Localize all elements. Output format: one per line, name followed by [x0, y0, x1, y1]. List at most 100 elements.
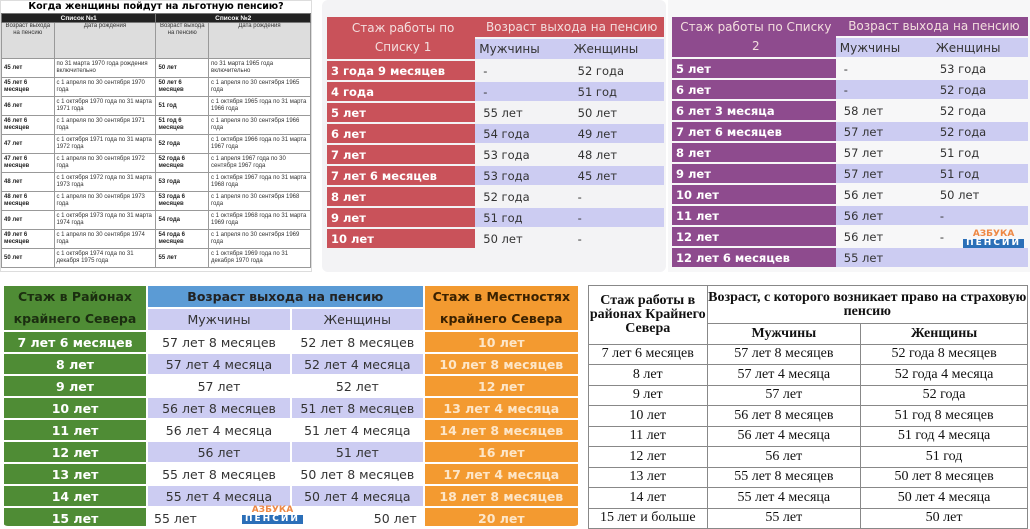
stage-cell: 10 лет: [672, 185, 836, 204]
age-cell-list-1: 48 лет: [1, 172, 55, 192]
stage-cell: 8 лет: [327, 187, 476, 206]
birth-date-cell-list-2: с 1 октября 1968 года по 31 марта 1969 г…: [208, 210, 311, 230]
table-title: Когда женщины пойдут на льготную пенсию?: [28, 1, 284, 12]
table-row: 8 лет 52 года -: [327, 187, 664, 206]
women-age-cell: 51 лет: [292, 442, 423, 462]
stage-cell: 5 лет: [327, 103, 476, 122]
men-age-cell: 57 лет: [843, 145, 884, 160]
men-age-cell: 56 лет 4 месяца: [706, 425, 862, 447]
header-stage: Стаж работы по Списку 1: [327, 17, 476, 59]
table-row: 13 лет 55 лет 8 месяцев 50 лет 8 месяцев 17…: [4, 464, 578, 484]
table-row: 49 лет с 1 октября 1973 года по 31 марта …: [1, 210, 311, 230]
age-cell-list-1: 45 лет: [1, 58, 55, 78]
stage-cell: 11 лет: [588, 425, 708, 447]
women-age-cell: 52 года: [931, 122, 1028, 141]
stage-cell: 6 лет: [672, 80, 836, 99]
women-age-cell: 51 год: [569, 82, 664, 101]
birth-date-cell-list-2: с 1 апреля по 30 сентября 1968 года: [208, 191, 311, 211]
men-age-cell: 51 год: [475, 208, 570, 227]
men-age-cell: 56 лет 8 месяцев: [706, 405, 862, 427]
equivalent-stage-cell: 10 лет: [424, 332, 578, 352]
table-row: 10 лет 56 лет 8 месяцев 51 год 8 месяцев: [588, 405, 1028, 427]
men-age-cell: -: [843, 61, 848, 76]
table-row: 15 лет и больше 55 лет 50 лет: [588, 507, 1028, 529]
men-age-cell: 57 лет 4 месяца: [148, 354, 290, 374]
far-north-stage-cell: 15 лет: [4, 508, 146, 526]
age-cell-list-1: 50 лет: [1, 248, 55, 268]
equivalent-stage-cell: 16 лет: [424, 442, 578, 462]
table-row: 11 лет 56 лет 4 месяца 51 лет 4 месяца 14 л…: [4, 420, 578, 440]
far-north-stage-cell: 7 лет 6 месяцев: [4, 332, 146, 352]
women-age-cell: 50 лет 4 месяца: [292, 486, 423, 506]
men-age-cell: 58 лет: [843, 103, 884, 118]
table-row: 7 лет 6 месяцев 57 лет 8 месяцев 52 года 8…: [588, 343, 1028, 365]
stage-cell: 8 лет: [588, 364, 708, 386]
table-row: 6 лет -52 года: [672, 80, 1028, 99]
header-women: Женщины: [931, 38, 1028, 57]
age-cell-list-1: 47 лет 6 месяцев: [1, 153, 55, 173]
table-row: 7 лет 53 года 48 лет: [327, 145, 664, 164]
birth-date-cell-list-1: с 1 апреля по 30 сентября 1971 года: [53, 115, 157, 135]
men-age-cell: 56 лет: [706, 446, 862, 468]
logo-bottom-text: ПЕНСИИ: [963, 239, 1024, 248]
table-row: 6 лет 3 месяца 58 лет 52 года: [672, 101, 1028, 120]
stage-cell: 15 лет и больше: [588, 507, 708, 529]
age-cell-list-2: 50 лет 6 месяцев: [155, 77, 209, 97]
women-preferential-pension-table: Когда женщины пойдут на льготную пенсию?…: [0, 0, 312, 272]
header-women: Женщины: [292, 309, 423, 330]
birth-date-cell-list-1: с 1 апреля по 30 сентября 1974 года: [53, 229, 157, 249]
table-row: 10 лет 56 лет 50 лет: [672, 185, 1028, 204]
stage-cell: 7 лет 6 месяцев: [327, 166, 476, 185]
men-age-cell: -: [483, 63, 488, 78]
stage-cell: 10 лет: [327, 229, 476, 248]
equivalent-stage-cell: 20 лет: [424, 508, 578, 526]
header-birth-date: Дата рождения: [53, 22, 157, 59]
stage-cell: 7 лет 6 месяцев: [672, 122, 836, 141]
header-age: Возраст выхода на пенсию: [148, 286, 423, 307]
age-cell-list-1: 48 лет 6 месяцев: [1, 191, 55, 211]
women-age-cell: 52 лет: [335, 378, 379, 394]
women-age-cell: 52 лет 8 месяцев: [300, 334, 415, 350]
azbuka-pensii-logo: АЗБУКА ПЕНСИИ: [242, 506, 303, 524]
age-cell-list-1: 47 лет: [1, 134, 55, 154]
women-age-cell: 52 лет 4 месяца: [292, 354, 423, 374]
table-row: 7 лет 6 месяцев 53 года 45 лет: [327, 166, 664, 185]
header-men: Мужчины: [706, 323, 862, 345]
far-north-stage-cell: 9 лет: [4, 376, 146, 396]
table-row: 9 лет 57 лет 51 год: [672, 164, 1028, 183]
table-row: 8 лет 57 лет 51 год: [672, 143, 1028, 162]
birth-date-cell-list-1: с 1 октября 1970 года по 31 марта 1971 г…: [53, 96, 157, 116]
men-age-cell: -: [835, 80, 932, 99]
women-age-cell: 51 лет 8 месяцев: [292, 398, 423, 418]
table-row: 11 лет 56 лет 4 месяца 51 год 4 месяца: [588, 425, 1028, 447]
women-age-cell: -: [569, 208, 664, 227]
men-age-cell: 56 лет: [148, 442, 290, 462]
list-1-table-panel: Стаж работы по Списку 1 Возраст выхода н…: [322, 0, 666, 272]
women-age-cell: 50 лет: [577, 105, 618, 120]
men-age-cell: 55 лет: [483, 105, 523, 120]
birth-date-cell-list-2: с 1 апреля по 30 сентября 1965 года: [208, 77, 311, 97]
women-age-cell: 52 года 8 месяцев: [860, 343, 1028, 365]
birth-date-cell-list-1: с 1 октября 1974 года по 31 декабря 1975…: [53, 248, 157, 268]
men-age-cell: 55 лет 8 месяцев: [162, 466, 276, 482]
table-row: 6 лет 54 года 49 лет: [327, 124, 664, 143]
header-stage: Стаж работы в районах Крайнего Севера: [588, 285, 708, 345]
men-age-cell: -: [475, 82, 570, 101]
table-row: 45 лет 6 месяцев с 1 апреля по 30 сентябр…: [1, 77, 311, 97]
table-row: 48 лет с 1 октября 1972 года по 31 марта …: [1, 172, 311, 192]
women-age-cell: 51 год: [860, 446, 1028, 468]
age-cell-list-1: 46 лет 6 месяцев: [1, 115, 55, 135]
table-row: 9 лет 51 год -: [327, 208, 664, 227]
women-age-cell: -: [577, 231, 582, 246]
stage-cell: 13 лет: [588, 466, 708, 488]
women-age-cell: 52 года: [860, 384, 1028, 406]
women-age-cell: 51 год: [939, 145, 980, 160]
equivalent-stage-cell: 14 лет 8 месяцев: [424, 420, 578, 440]
table-row: 47 лет 6 месяцев с 1 апреля по 30 сентябр…: [1, 153, 311, 173]
age-cell-list-2: 54 года: [155, 210, 209, 230]
women-age-cell: 53 года: [939, 61, 987, 76]
stage-cell: 9 лет: [588, 384, 708, 406]
women-age-cell: 50 лет: [860, 507, 1028, 529]
age-cell-list-2: 51 год 6 месяцев: [155, 115, 209, 135]
header-age: Возраст выхода на пенсию: [475, 17, 664, 37]
